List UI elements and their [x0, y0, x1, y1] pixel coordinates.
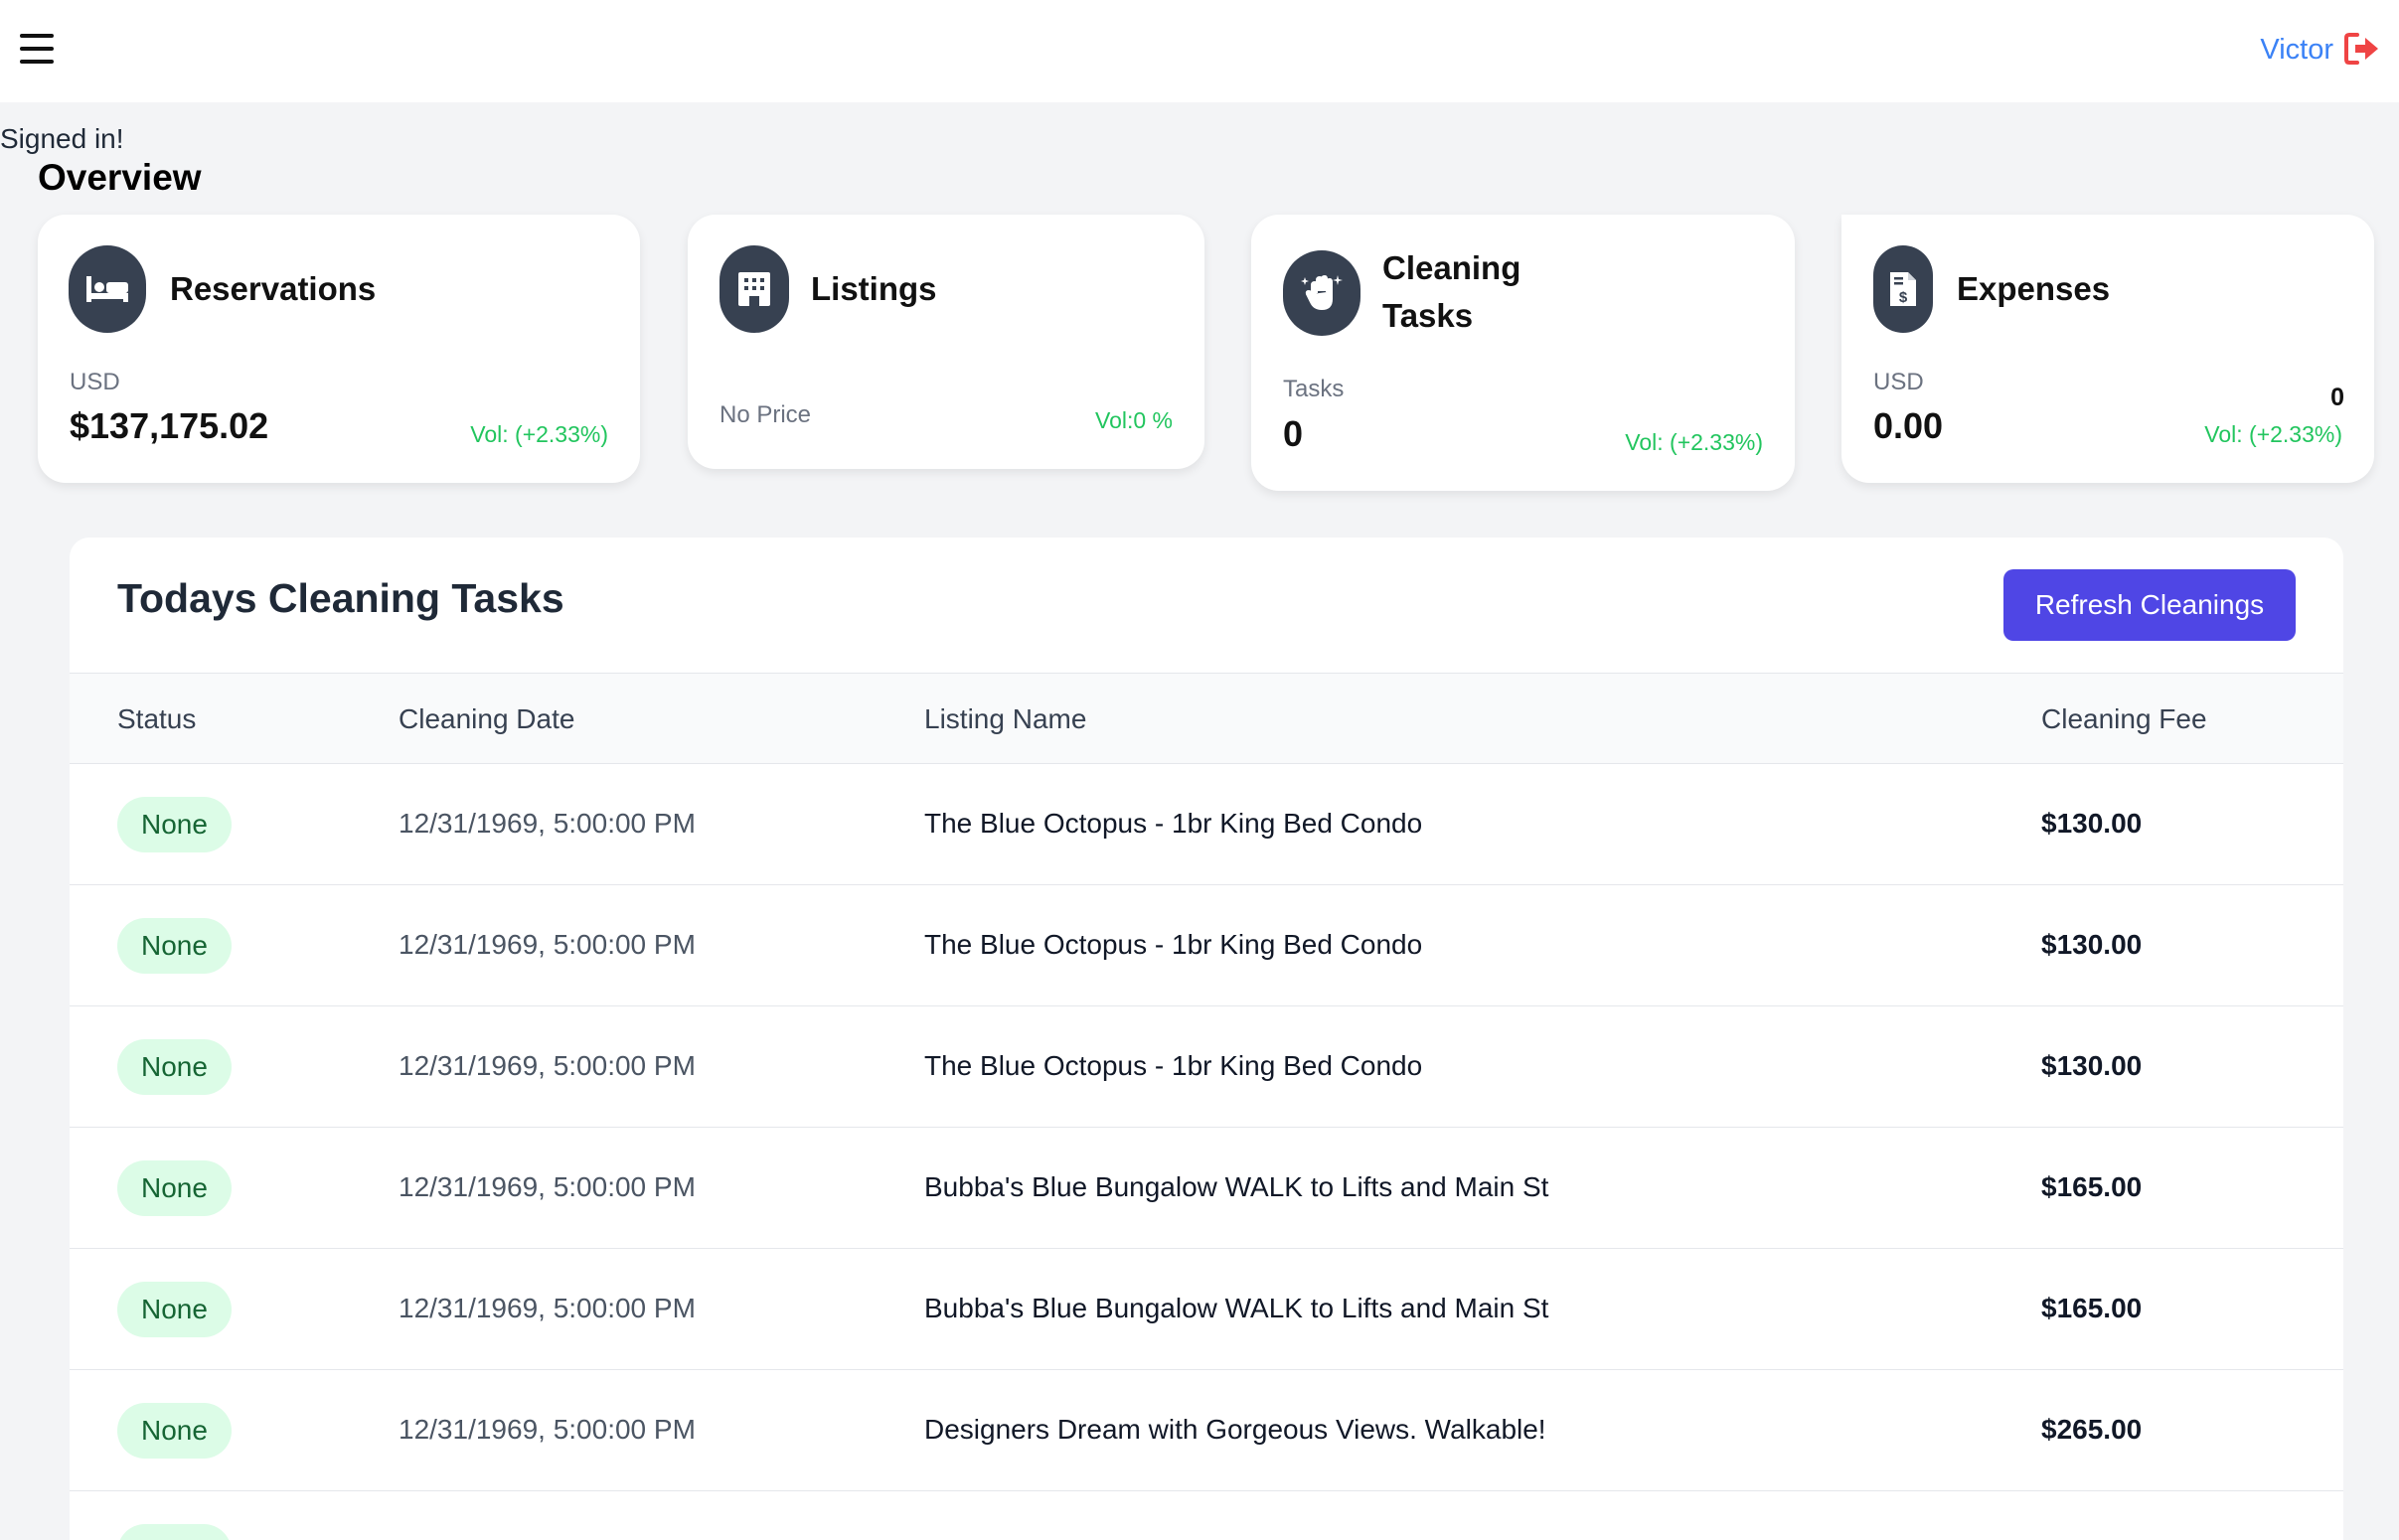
card-currency: USD [1873, 369, 1924, 395]
status-badge: None [117, 1282, 232, 1337]
listing-name: Bubba's Blue Bungalow WALK to Lifts and … [924, 1293, 1549, 1323]
card-subtext: Tasks [1283, 376, 1345, 402]
card-subtext: No Price [720, 401, 812, 428]
card-value: 0 [1283, 413, 1304, 454]
cleaning-fee: $130.00 [2041, 1050, 2143, 1081]
table-row[interactable]: None 12/31/1969, 5:00:00 PM The Blue Oct… [70, 1006, 2343, 1128]
listing-name: The Blue Octopus - 1br King Bed Condo [924, 929, 1423, 960]
card-title: Cleaning Tasks [1382, 244, 1520, 340]
table-row[interactable]: None 12/31/1969, 5:00:00 PM The Blue Oct… [70, 885, 2343, 1006]
column-header-status[interactable]: Status [117, 703, 196, 735]
card-volume: Vol: (+2.33%) [1625, 429, 1763, 455]
card-value: $137,175.02 [70, 405, 269, 446]
card-title: Listings [811, 270, 937, 307]
card-value: 0.00 [1873, 405, 1944, 446]
listing-name: The Blue Octopus - 1br King Bed Condo [924, 1050, 1423, 1081]
page-title: Overview [38, 157, 202, 198]
cleaning-date: 12/31/1969, 5:00:00 PM [399, 929, 696, 960]
invoice-icon: $ [1873, 245, 1933, 333]
panel-title: Todays Cleaning Tasks [117, 575, 564, 621]
column-header-date[interactable]: Cleaning Date [399, 703, 574, 735]
cleaning-date: 12/31/1969, 5:00:00 PM [399, 1293, 696, 1323]
building-icon [720, 245, 789, 333]
card-title-line: Cleaning [1382, 249, 1521, 286]
status-badge: None [117, 797, 232, 852]
svg-text:$: $ [1899, 289, 1908, 306]
listing-name: The Blue Octopus - 1br King Bed Condo [924, 808, 1423, 839]
status-badge: None [117, 1403, 232, 1459]
bed-icon [69, 245, 146, 333]
cleaning-date: 12/31/1969, 5:00:00 PM [399, 1171, 696, 1202]
status-badge: None [117, 918, 232, 974]
column-header-fee[interactable]: Cleaning Fee [2041, 703, 2207, 735]
card-count: 0 [2330, 384, 2344, 411]
cleaning-date: 12/31/1969, 5:00:00 PM [399, 1050, 696, 1081]
cleaning-tasks-card[interactable]: Cleaning Tasks Tasks 0 Vol: (+2.33%) [1251, 215, 1795, 491]
card-volume: Vol: (+2.33%) [2204, 421, 2342, 447]
logout-icon[interactable] [2343, 32, 2381, 66]
cleaning-date: 12/31/1969, 5:00:00 PM [399, 808, 696, 839]
card-currency: USD [70, 369, 120, 395]
card-volume: Vol: (+2.33%) [470, 421, 608, 447]
table-row[interactable]: None 12/31/1969, 5:00:00 PM The Blue Oct… [70, 764, 2343, 885]
status-badge: None [117, 1524, 232, 1540]
top-bar: Victor [0, 0, 2399, 102]
card-title-line: Tasks [1382, 297, 1474, 334]
card-title: Reservations [170, 270, 377, 307]
table-row[interactable]: None 12/31/1969, 5:00:00 PM Bubba's Blue… [70, 1249, 2343, 1370]
refresh-cleanings-button[interactable]: Refresh Cleanings [2003, 569, 2296, 641]
status-badge: None [117, 1160, 232, 1216]
cleaning-fee: $165.00 [2041, 1293, 2143, 1323]
hamburger-menu-icon[interactable] [20, 34, 54, 64]
listing-name: Bubba's Blue Bungalow WALK to Lifts and … [924, 1171, 1549, 1202]
user-name-link[interactable]: Victor [2260, 34, 2333, 67]
table-header: Status Cleaning Date Listing Name Cleani… [70, 673, 2343, 764]
reservations-card[interactable]: Reservations USD $137,175.02 Vol: (+2.33… [38, 215, 640, 483]
cleaning-fee: $130.00 [2041, 808, 2143, 839]
table-row[interactable]: None 12/31/1969, 5:00:00 PM Designers Dr… [70, 1370, 2343, 1491]
table-row[interactable]: None [70, 1491, 2343, 1540]
column-header-listing[interactable]: Listing Name [924, 703, 1086, 735]
cleaning-fee: $265.00 [2041, 1414, 2143, 1445]
hand-sparkle-icon [1283, 250, 1360, 336]
signed-in-message: Signed in! [0, 123, 124, 154]
status-badge: None [117, 1039, 232, 1095]
card-volume: Vol:0 % [1095, 407, 1173, 433]
listing-name: Designers Dream with Gorgeous Views. Wal… [924, 1414, 1546, 1445]
listings-card[interactable]: Listings No Price Vol:0 % [688, 215, 1204, 469]
cleaning-fee: $130.00 [2041, 929, 2143, 960]
cleaning-fee: $165.00 [2041, 1171, 2143, 1202]
cleaning-tasks-panel: Todays Cleaning Tasks Refresh Cleanings … [70, 538, 2343, 1540]
card-title: Expenses [1957, 270, 2111, 307]
expenses-card[interactable]: $ Expenses USD 0.00 0 Vol: (+2.33%) [1841, 215, 2374, 483]
table-row[interactable]: None 12/31/1969, 5:00:00 PM Bubba's Blue… [70, 1128, 2343, 1249]
cleaning-date: 12/31/1969, 5:00:00 PM [399, 1414, 696, 1445]
